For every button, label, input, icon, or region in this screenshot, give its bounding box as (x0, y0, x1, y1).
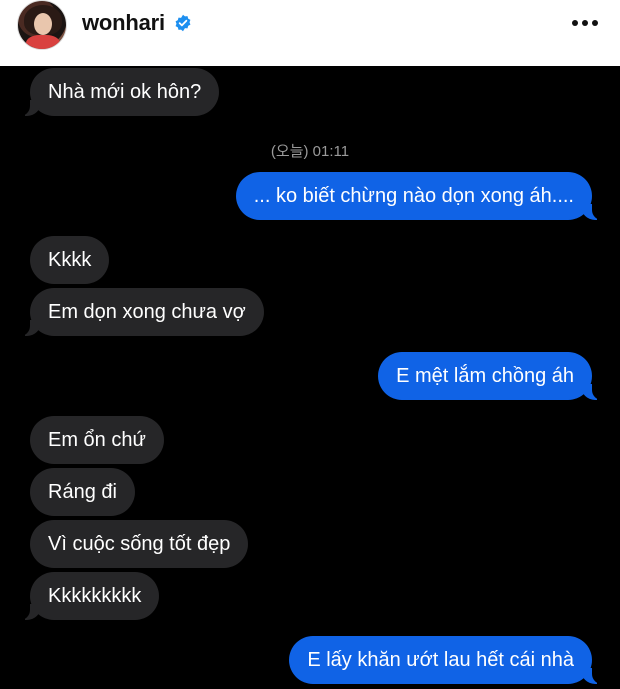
verified-badge-icon (175, 14, 191, 32)
avatar[interactable] (17, 0, 67, 50)
message-incoming: Kkkkkkkkk (17, 572, 160, 620)
message-incoming: Em dọn xong chưa vợ (18, 288, 264, 336)
username[interactable]: wonhari (82, 10, 165, 36)
avatar-face (34, 13, 52, 35)
message-incoming: Ráng đi (30, 468, 135, 516)
message-outgoing: E mệt lắm chồng áh (378, 352, 604, 400)
message-incoming: Kkkk (30, 236, 110, 284)
chat-thread: Nhà mới ok hôn? (오늘) 01:11 ... ko biết c… (0, 66, 620, 689)
message-incoming: Vì cuộc sống tốt đẹp (30, 520, 249, 568)
timestamp: (오늘) 01:11 (270, 143, 350, 160)
avatar-body (26, 35, 60, 49)
message-incoming: Em ổn chứ (30, 416, 164, 464)
message-outgoing: E lấy khăn ướt lau hết cái nhà (289, 636, 604, 684)
message-incoming: Nhà mới ok hôn? (17, 68, 220, 116)
profile-header: wonhari (0, 0, 620, 66)
more-options-icon[interactable] (572, 20, 600, 28)
message-outgoing: ... ko biết chừng nào dọn xong áh.... (235, 172, 605, 220)
